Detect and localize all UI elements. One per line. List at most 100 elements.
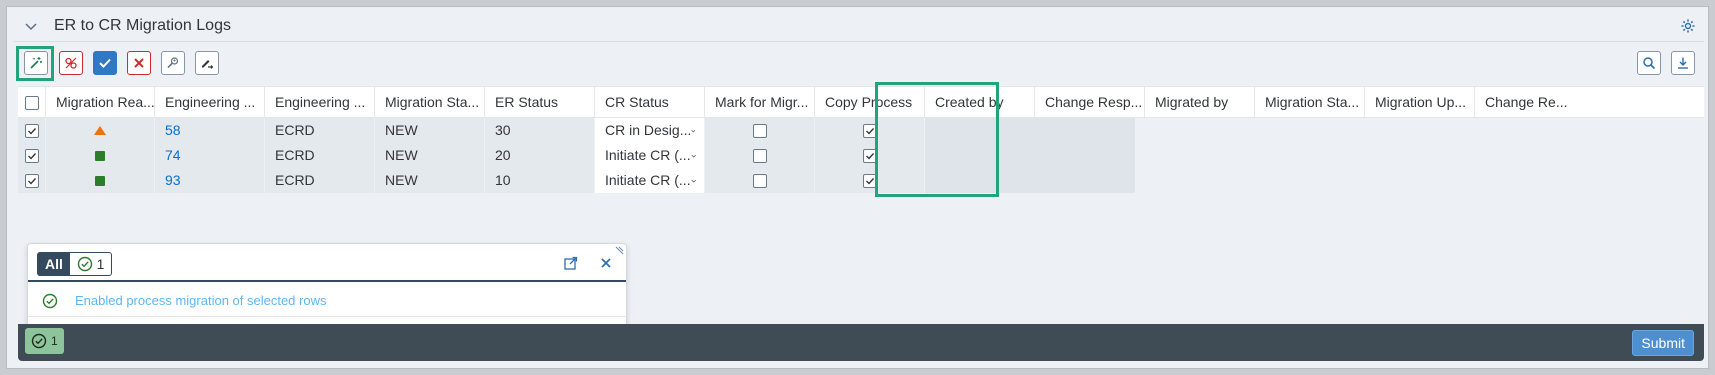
check-icon <box>27 127 36 135</box>
row-select-cell[interactable] <box>18 143 46 168</box>
pencil-arrow-icon <box>202 60 214 69</box>
column-header[interactable]: Migration Rea... <box>46 87 155 119</box>
mark-for-migration-checkbox[interactable] <box>752 173 767 188</box>
mark-for-migration-checkbox[interactable] <box>752 148 767 163</box>
chevron-down-icon[interactable] <box>691 125 696 137</box>
mark-for-migration-cell <box>705 143 815 168</box>
column-header[interactable]: CR Status <box>595 87 705 119</box>
readiness-cell <box>46 118 155 143</box>
filter-all-button[interactable]: All <box>37 252 71 276</box>
mark-for-migration-cell <box>705 118 815 143</box>
success-status-icon <box>95 150 105 161</box>
column-header[interactable]: Migration Sta... <box>1255 87 1365 119</box>
engineering-id-link[interactable]: 93 <box>155 168 265 193</box>
engineering-id-link[interactable]: 58 <box>155 118 265 143</box>
search-button[interactable] <box>1637 51 1661 75</box>
readiness-cell <box>46 168 155 193</box>
column-header[interactable]: Change Resp... <box>1035 87 1145 119</box>
message-text: Enabled process migration of selected ro… <box>75 293 327 308</box>
select-all-checkbox[interactable] <box>24 96 39 110</box>
message-popover: All 1 Enabled process migration of selec… <box>27 243 627 331</box>
check-icon <box>99 58 111 68</box>
accept-button[interactable] <box>93 51 117 75</box>
cr-status-select[interactable]: CR in Desig... <box>595 118 705 143</box>
message-indicator-button[interactable]: 1 <box>25 328 64 354</box>
disable-migration-button[interactable] <box>59 51 83 75</box>
migration-logs-table: Migration Rea... Engineering ... Enginee… <box>18 86 1704 193</box>
table-header-row: Migration Rea... Engineering ... Enginee… <box>18 86 1704 119</box>
magic-wand-icon <box>30 57 42 69</box>
success-count: 1 <box>96 256 105 272</box>
cr-status-value: CR in Desig... <box>605 122 692 138</box>
success-check-icon <box>31 333 47 349</box>
cr-status-value: Initiate CR (... <box>605 172 691 188</box>
row-select-checkbox[interactable] <box>24 123 39 138</box>
row-select-checkbox[interactable] <box>24 173 39 188</box>
find-assign-button[interactable] <box>161 51 185 75</box>
readiness-cell <box>46 143 155 168</box>
er-status-cell: 30 <box>485 118 595 143</box>
check-icon <box>865 127 874 135</box>
mark-for-migration-cell <box>705 168 815 193</box>
export-icon[interactable] <box>563 255 579 271</box>
column-header[interactable]: Migration Up... <box>1365 87 1475 119</box>
check-icon <box>27 177 36 185</box>
table-row[interactable]: 74 ECRD NEW 20 Initiate CR (... <box>18 143 1704 168</box>
warning-icon <box>94 126 106 135</box>
er-status-cell: 20 <box>485 143 595 168</box>
unlink-icon <box>65 57 77 69</box>
table-row[interactable]: 93 ECRD NEW 10 Initiate CR (... <box>18 168 1704 193</box>
panel-title: ER to CR Migration Logs <box>54 17 231 34</box>
edit-forward-button[interactable] <box>195 51 219 75</box>
column-header[interactable]: ER Status <box>485 87 595 119</box>
reject-button[interactable] <box>127 51 151 75</box>
column-header[interactable]: Migration Sta... <box>375 87 485 119</box>
row-select-cell[interactable] <box>18 118 46 143</box>
chevron-down-icon[interactable] <box>691 150 696 162</box>
engineering-type-cell: ECRD <box>265 118 375 143</box>
column-header[interactable]: Engineering ... <box>155 87 265 119</box>
success-check-icon <box>77 256 92 272</box>
table-row[interactable]: 58 ECRD NEW 30 CR in Desig... <box>18 118 1704 143</box>
select-all-cell[interactable] <box>18 87 46 119</box>
download-button[interactable] <box>1671 51 1695 75</box>
row-select-cell[interactable] <box>18 168 46 193</box>
row-select-checkbox[interactable] <box>24 148 39 163</box>
chevron-down-icon[interactable] <box>24 19 38 33</box>
migration-status-cell: NEW <box>375 118 485 143</box>
cr-status-value: Initiate CR (... <box>605 147 691 163</box>
check-icon <box>865 177 874 185</box>
close-icon[interactable] <box>598 255 614 271</box>
message-item[interactable]: Enabled process migration of selected ro… <box>28 284 626 317</box>
footer-toolbar: 1 Submit <box>18 324 1704 361</box>
migration-status-cell: NEW <box>375 168 485 193</box>
mark-for-migration-checkbox[interactable] <box>752 123 767 138</box>
engineering-id-link[interactable]: 74 <box>155 143 265 168</box>
filter-success-button[interactable]: 1 <box>70 252 112 276</box>
column-header[interactable]: Change Re... <box>1475 87 1574 119</box>
migration-status-cell: NEW <box>375 143 485 168</box>
submit-button[interactable]: Submit <box>1632 330 1694 356</box>
search-icon <box>1643 57 1656 70</box>
popover-header: All 1 <box>28 244 626 282</box>
gear-icon[interactable] <box>1680 18 1696 34</box>
chevron-down-icon[interactable] <box>691 175 696 187</box>
panel-header: ER to CR Migration Logs <box>14 10 1704 42</box>
person-search-icon <box>167 57 179 69</box>
column-header[interactable]: Migrated by <box>1145 87 1255 119</box>
engineering-type-cell: ECRD <box>265 168 375 193</box>
check-icon <box>865 152 874 160</box>
enable-migration-button[interactable] <box>24 51 48 75</box>
cr-status-select[interactable]: Initiate CR (... <box>595 168 705 193</box>
download-icon <box>1678 57 1688 69</box>
highlight-box-copy-process <box>875 82 999 197</box>
success-status-icon <box>95 175 105 186</box>
cr-status-select[interactable]: Initiate CR (... <box>595 143 705 168</box>
close-icon <box>134 58 144 68</box>
er-status-cell: 10 <box>485 168 595 193</box>
column-header[interactable]: Mark for Migr... <box>705 87 815 119</box>
check-icon <box>27 152 36 160</box>
success-check-icon <box>42 293 58 309</box>
column-header[interactable]: Engineering ... <box>265 87 375 119</box>
message-count: 1 <box>51 334 58 348</box>
